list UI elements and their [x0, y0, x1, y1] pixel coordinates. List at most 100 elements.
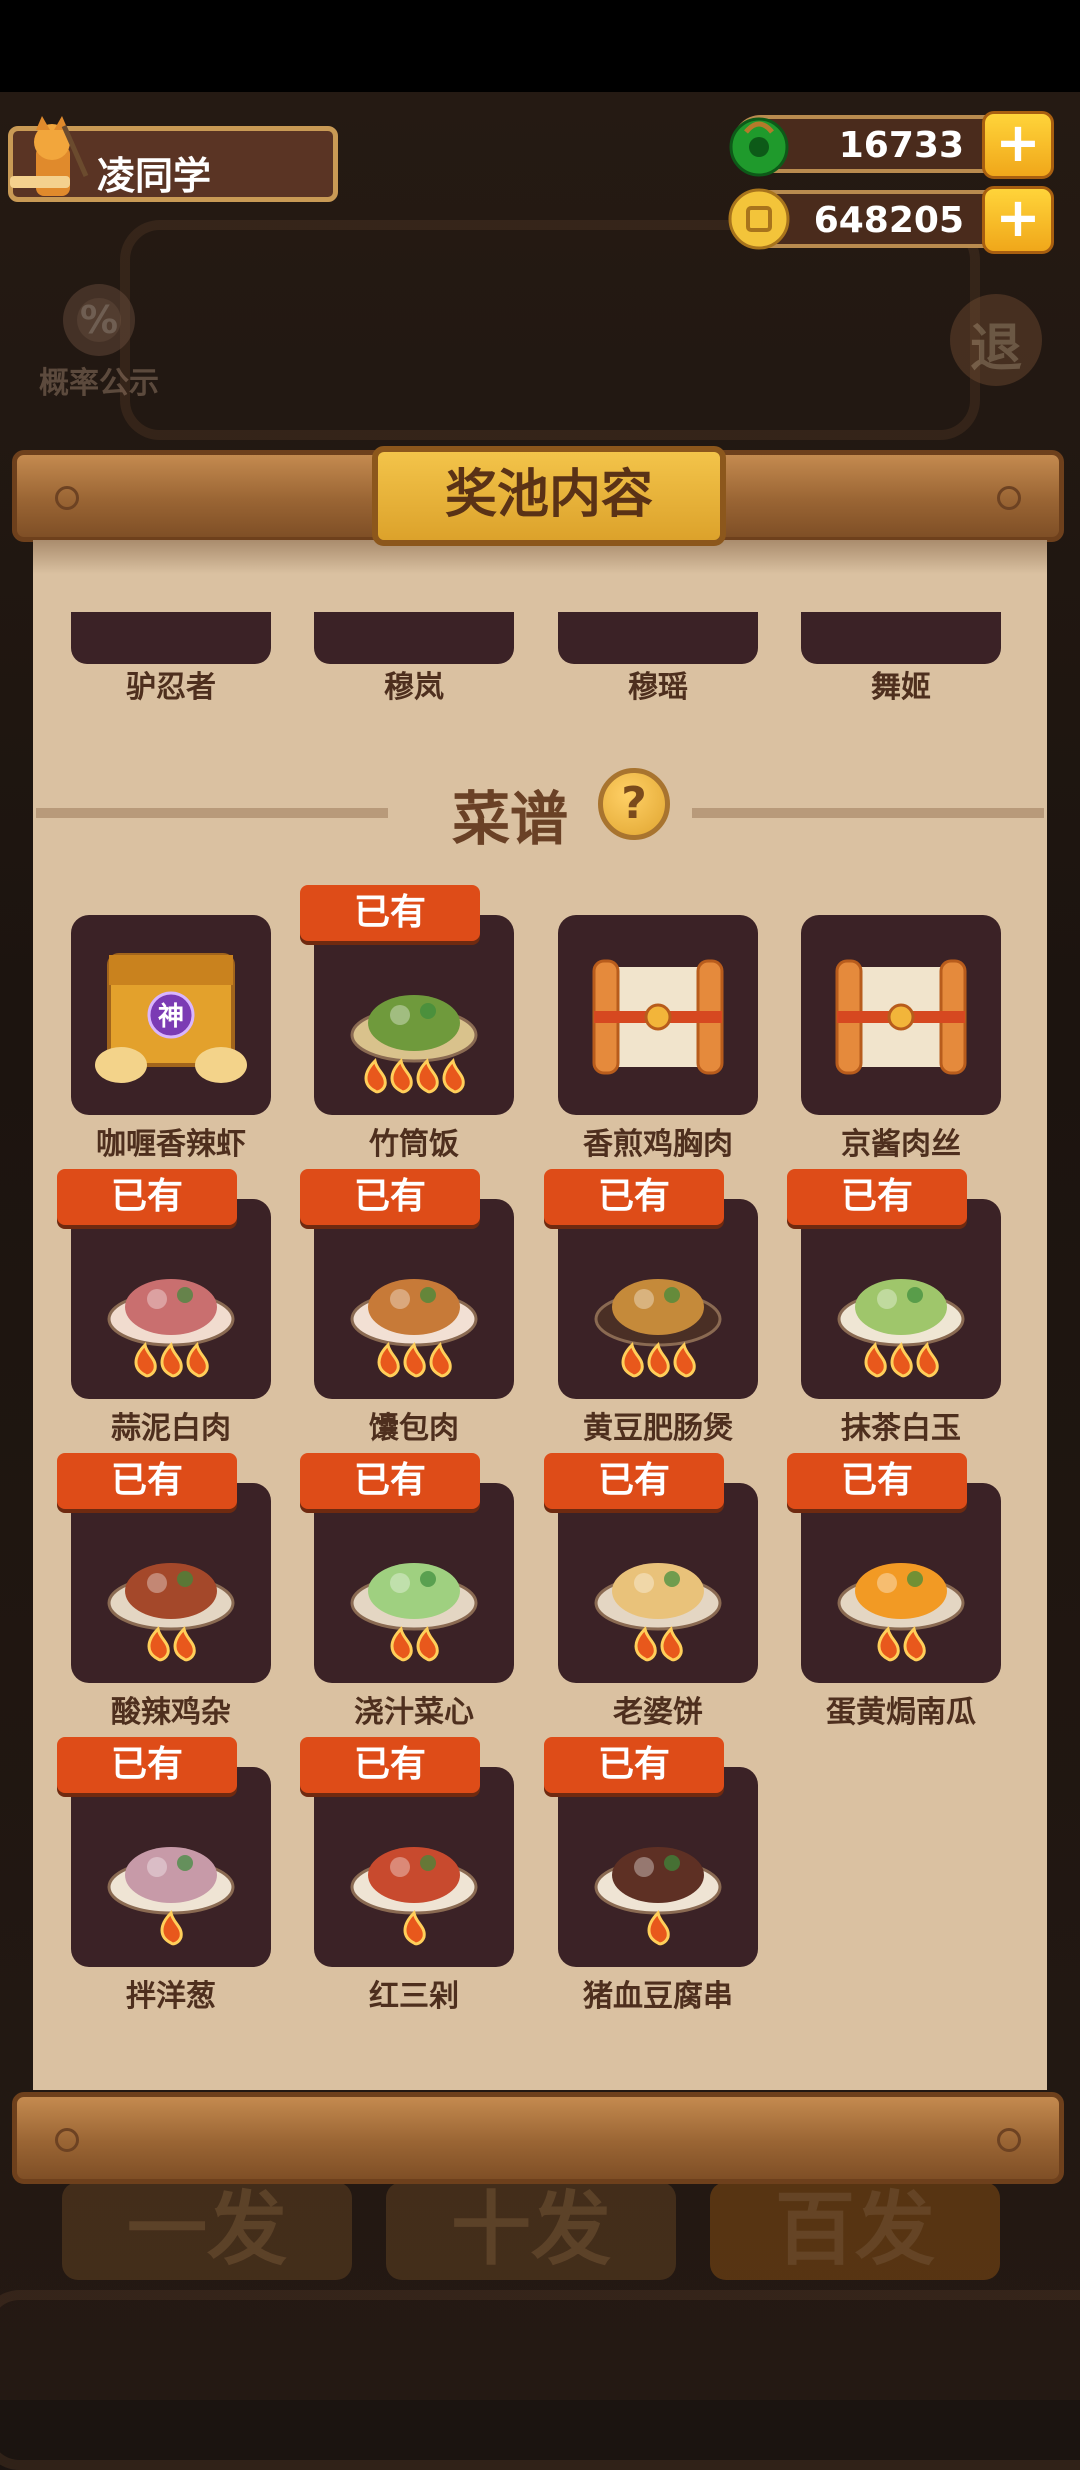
coin-icon — [728, 188, 790, 250]
character-card[interactable] — [71, 612, 271, 664]
recipe-name: 猪血豆腐串 — [583, 1979, 733, 2014]
recipe-name: 黄豆肥肠煲 — [583, 1411, 733, 1446]
background-frame-bottom — [0, 2290, 1080, 2470]
divider-line — [692, 808, 1044, 818]
recipe-name: 老婆饼 — [613, 1695, 703, 1730]
dish-icon — [594, 1563, 722, 1662]
exit-label: 退 — [969, 319, 1022, 379]
treasure-chest-icon: 神 — [95, 953, 247, 1083]
recipe-card[interactable] — [314, 1767, 514, 1967]
flame-icon — [416, 1625, 439, 1662]
dish-icon — [350, 1847, 478, 1946]
recipe-name: 红三剁 — [369, 1979, 459, 2014]
player-name: 凌同学 — [97, 154, 212, 198]
flame-icon — [403, 1341, 426, 1378]
divine-mark: 神 — [158, 1002, 184, 1032]
flame-icon — [864, 1341, 887, 1378]
character-card[interactable] — [801, 612, 1001, 664]
dish-icon — [107, 1563, 235, 1662]
dish-icon — [350, 995, 478, 1094]
recipe-name: 京酱肉丝 — [841, 1127, 961, 1162]
flame-icon — [390, 1625, 413, 1662]
owned-badge: 已有 — [787, 1169, 967, 1225]
add-gems-button[interactable]: + — [982, 111, 1054, 179]
status-bar — [0, 0, 1080, 92]
recipe-card[interactable] — [314, 915, 514, 1115]
flame-icon — [890, 1341, 913, 1378]
recipe-name: 酸辣鸡杂 — [111, 1695, 231, 1730]
character-name: 穆岚 — [384, 670, 444, 705]
flame-icon — [147, 1625, 170, 1662]
flame-icon — [877, 1625, 900, 1662]
owned-badge: 已有 — [787, 1453, 967, 1509]
dish-icon — [594, 1279, 722, 1378]
recipe-name: 竹筒饭 — [369, 1127, 459, 1162]
recipe-name: 拌洋葱 — [126, 1979, 216, 2014]
character-name: 舞姬 — [871, 670, 931, 705]
recipe-name: 蒜泥白肉 — [111, 1411, 231, 1446]
recipe-card[interactable] — [71, 1483, 271, 1683]
recipe-card[interactable] — [558, 1483, 758, 1683]
help-icon[interactable]: ? — [598, 768, 670, 840]
recipe-card[interactable] — [558, 1199, 758, 1399]
add-coins-button[interactable]: + — [982, 186, 1054, 254]
rivet-icon — [55, 2128, 79, 2152]
rivet-icon — [55, 486, 79, 510]
owned-badge: 已有 — [300, 885, 480, 941]
recipe-card[interactable] — [71, 1767, 271, 1967]
dish-icon — [107, 1847, 235, 1946]
flame-icon — [903, 1625, 926, 1662]
owned-badge: 已有 — [57, 1453, 237, 1509]
flame-icon — [429, 1341, 452, 1378]
recipe-card[interactable] — [71, 1199, 271, 1399]
character-card[interactable] — [314, 612, 514, 664]
owned-badge: 已有 — [300, 1453, 480, 1509]
owned-badge: 已有 — [300, 1737, 480, 1793]
flame-icon — [364, 1057, 387, 1094]
flame-icon — [390, 1057, 413, 1094]
character-name: 驴忍者 — [126, 670, 216, 705]
background-frame — [120, 220, 980, 440]
flame-icon — [173, 1625, 196, 1662]
character-card[interactable] — [558, 612, 758, 664]
draw-hundred-button[interactable]: 百发 — [710, 2182, 1000, 2280]
recipe-card[interactable] — [314, 1199, 514, 1399]
flame-icon — [442, 1057, 465, 1094]
owned-badge: 已有 — [544, 1453, 724, 1509]
owned-badge: 已有 — [57, 1169, 237, 1225]
rivet-icon — [997, 486, 1021, 510]
flame-icon — [134, 1341, 157, 1378]
recipe-card[interactable] — [558, 1767, 758, 1967]
probability-label: 概率公示 — [39, 366, 159, 401]
percent-icon: % — [79, 298, 119, 342]
draw-ten-button[interactable]: 十发 — [386, 2182, 676, 2280]
flame-icon — [416, 1057, 439, 1094]
panel-title: 奖池内容 — [372, 446, 726, 546]
probability-button[interactable]: % 概率公示 — [24, 270, 174, 401]
recipe-card[interactable] — [801, 1199, 1001, 1399]
recipe-name: 香煎鸡胸肉 — [583, 1127, 733, 1162]
dish-icon — [350, 1563, 478, 1662]
dish-icon — [837, 1279, 965, 1378]
flame-icon — [916, 1341, 939, 1378]
section-title: 菜谱 — [451, 785, 568, 853]
recipe-card[interactable]: 神 — [71, 915, 271, 1115]
recipe-card[interactable] — [801, 915, 1001, 1115]
coin-amount: 648205 — [813, 200, 964, 241]
exit-button[interactable]: 退 — [940, 290, 1052, 390]
dish-icon — [594, 1847, 722, 1946]
flame-icon — [660, 1625, 683, 1662]
draw-one-button[interactable]: 一发 — [62, 2182, 352, 2280]
recipe-card[interactable] — [558, 915, 758, 1115]
avatar[interactable] — [6, 116, 92, 208]
owned-badge: 已有 — [544, 1169, 724, 1225]
flame-icon — [186, 1341, 209, 1378]
dish-icon — [837, 1563, 965, 1662]
flame-icon — [621, 1341, 644, 1378]
recipe-card[interactable] — [801, 1483, 1001, 1683]
jade-gem-icon — [729, 117, 789, 177]
flame-icon — [634, 1625, 657, 1662]
recipe-name: 咖喱香辣虾 — [96, 1127, 246, 1162]
recipe-card[interactable] — [314, 1483, 514, 1683]
recipe-name: 抹茶白玉 — [841, 1411, 961, 1446]
